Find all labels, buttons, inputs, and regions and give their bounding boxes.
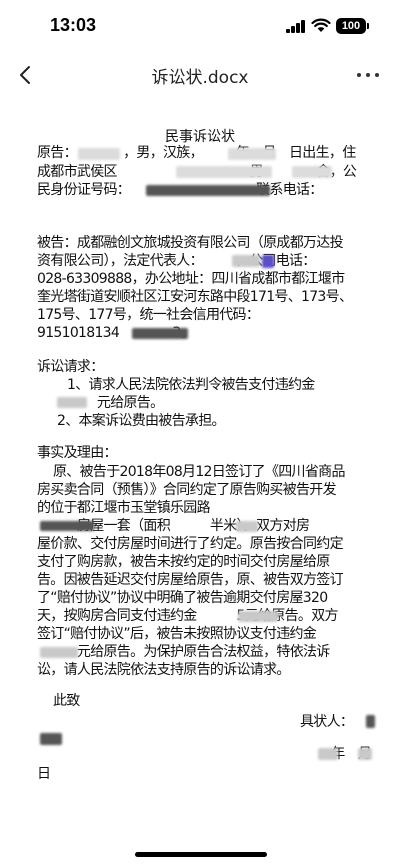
redacted-block — [40, 733, 62, 745]
status-time: 13:03 — [50, 15, 97, 35]
date-line: 日 — [37, 766, 51, 782]
redacted-block — [57, 397, 87, 408]
doc-line: 奎光塔街道安顺社区江安河东路中段171号、173号、 — [37, 289, 353, 305]
complaint-heading: 民事诉讼状 — [165, 129, 235, 145]
doc-line: 原、被告于2018年08月12日签订了《四川省商品 — [53, 464, 345, 480]
doc-line: 9151018134 3。 — [37, 325, 194, 341]
doc-line: 房买卖合同（预售）》合同约定了原告购买被告开发 — [37, 482, 337, 498]
doc-line: 2、本案诉讼费由被告承担。 — [57, 413, 226, 429]
redacted-block — [366, 715, 375, 728]
doc-line: 028-63309888，办公地址：四川省成都市都江堰市 — [37, 271, 345, 287]
doc-line: 元给原告。为保护原告合法权益，特依法诉 — [37, 644, 330, 660]
redacted-block — [236, 521, 258, 532]
doc-line: 资有限公司），法定代表人： ，公司电话： — [37, 253, 316, 269]
closing-line: 此致 — [53, 693, 80, 709]
redacted-block — [292, 166, 332, 178]
doc-line: 元给原告。 — [57, 395, 164, 411]
doc-line: 被告：成都融创文旅城投资有限公司（原成都万达投 — [37, 235, 344, 251]
doc-line: 签订“赔付协议”后，被告未按照协议支付违约金 — [37, 626, 317, 642]
doc-line: 1、请求人民法院依法判令被告支付违约金 — [67, 377, 315, 393]
section-heading: 诉讼请求： — [37, 359, 104, 375]
redacted-block — [358, 748, 372, 760]
redacted-block — [232, 255, 260, 267]
doc-line: 了“赔付协议”协议中明确了被告逾期交付房屋320 — [37, 590, 328, 606]
doc-line: 的位于都江堰市玉堂镇乐园路 — [37, 500, 211, 516]
redacted-block — [78, 148, 120, 160]
redacted-block — [40, 647, 78, 658]
doc-line: 告。因被告延迟交付房屋给原告，原、被告双方签订 — [37, 572, 344, 588]
document-title: 诉讼状.docx — [151, 68, 249, 88]
status-bar: 13:03 100 — [0, 0, 400, 50]
battery-icon: 100 — [336, 18, 369, 34]
doc-line: 175号、177号，统一社会信用代码： — [37, 307, 260, 323]
redacted-block — [132, 328, 188, 339]
doc-line: 天，按购房合同支付违约金 5元给原告。双方 — [37, 608, 339, 624]
redacted-block — [40, 521, 94, 531]
redacted-block — [176, 166, 272, 178]
redacted-block — [228, 148, 276, 160]
doc-line: 支付了购房款，被告未按约定的时间交付房屋给原 — [37, 554, 330, 570]
wifi-icon — [311, 18, 331, 32]
redacted-block — [262, 255, 274, 268]
back-button[interactable] — [8, 55, 48, 95]
battery-level: 100 — [341, 20, 361, 32]
redacted-block — [146, 185, 270, 196]
more-options-button[interactable] — [350, 58, 386, 92]
doc-line: 讼，请人民法院依法支持原告的诉讼请求。 — [37, 662, 290, 678]
nav-bar: 诉讼状.docx — [0, 50, 400, 100]
document-viewer[interactable]: 民事诉讼状 原告： ，男，汉族， 年 月 日出生，住 成都市武侯区 男 舍，公 … — [0, 100, 400, 850]
doc-line: 屋价款、交付房屋时间进行了约定。原告按合同约定 — [37, 536, 344, 552]
redacted-block — [238, 611, 278, 622]
section-heading: 事实及理由： — [37, 445, 118, 461]
redacted-block — [318, 748, 338, 760]
home-indicator[interactable] — [135, 852, 267, 857]
cellular-signal-icon — [286, 20, 306, 33]
